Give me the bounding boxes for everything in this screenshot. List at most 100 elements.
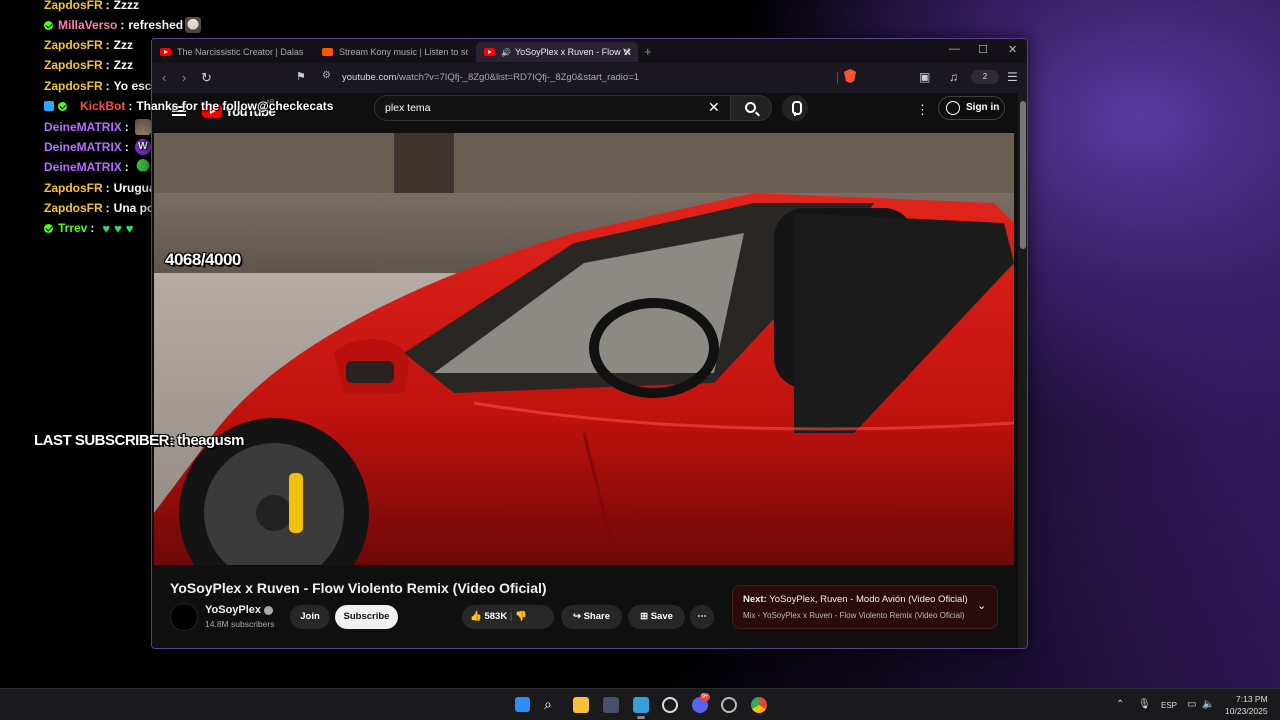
extensions-button[interactable]: 2 — [971, 70, 999, 84]
address-bar: ‹ › ↻ ⚑ ⚙ youtube.com/watch?v=7IQfj-_8Zg… — [152, 63, 1027, 93]
sidebar-icon[interactable]: ▣ — [919, 70, 930, 84]
tab-title: Stream Kony music | Listen to songs — [339, 47, 468, 57]
url-field[interactable]: youtube.com/watch?v=7IQfj-_8Zg0&list=RD7… — [342, 72, 639, 83]
share-button[interactable]: ↪ Share — [561, 605, 622, 629]
chat-message: DeineMATRIX: W — [44, 137, 151, 157]
search-input[interactable]: plex tema — [374, 95, 734, 121]
network-icon[interactable]: ▭ — [1187, 699, 1196, 710]
sign-in-button[interactable]: Sign in — [938, 96, 1005, 120]
video-frame — [154, 133, 1014, 565]
channel-name[interactable]: YoSoyPlex — [205, 604, 274, 616]
subscribe-button[interactable]: Subscribe — [335, 605, 398, 629]
bookmark-icon[interactable]: ⚑ — [296, 70, 306, 83]
sign-in-label: Sign in — [966, 102, 1000, 113]
close-window-icon[interactable]: ✕ — [1008, 43, 1017, 56]
up-next-playlist: Mix - YoSoyPlex x Ruven - Flow Violento … — [743, 611, 965, 620]
show-hidden-icons-icon[interactable]: ⌃ — [1116, 699, 1124, 710]
heart-emote-icon: ♥ — [125, 220, 134, 236]
up-next-card[interactable]: Next: YoSoyPlex, Ruven - Modo Avión (Vid… — [732, 585, 998, 629]
voice-search-icon[interactable] — [782, 95, 808, 121]
url-path: /watch?v=7IQfj-_8Zg0&list=RD7IQfj-_8Zg0&… — [396, 72, 640, 83]
chevron-down-icon[interactable]: ⌄ — [977, 599, 986, 612]
language-indicator[interactable]: ESP — [1161, 701, 1177, 710]
chat-username: DeineMATRIX — [44, 160, 122, 174]
emote-tree-icon — [134, 159, 151, 175]
windows-start-icon[interactable] — [515, 697, 530, 712]
tab-title: The Narcissistic Creator | Dalas and t — [177, 47, 306, 57]
dislike-button[interactable]: 👎 — [515, 611, 527, 622]
share-label: Share — [583, 611, 610, 622]
chat-username: KickBot — [80, 99, 126, 113]
chat-username: ZapdosFR — [44, 0, 103, 12]
video-title: YoSoyPlex x Ruven - Flow Violento Remix … — [170, 580, 547, 596]
menu-icon[interactable]: ☰ — [1007, 70, 1018, 84]
share-icon: ↪ — [572, 611, 584, 622]
media-music-icon[interactable]: ♫ — [949, 70, 958, 84]
divider: | — [836, 70, 840, 84]
clock-time[interactable]: 7:13 PM — [1236, 694, 1268, 704]
emote-picture-icon — [134, 119, 151, 135]
chat-text: Thanks for the follow@checkecats — [136, 99, 334, 113]
heart-emote-icon: ♥ — [102, 220, 111, 236]
browser-tab[interactable]: The Narcissistic Creator | Dalas and t — [152, 42, 314, 62]
account-icon — [946, 101, 960, 115]
browser-tab-active[interactable]: 🔊 YoSoyPlex x Ruven - Flow Viole ✕ — [476, 42, 638, 62]
video-player[interactable] — [154, 133, 1014, 565]
steam-icon[interactable] — [662, 697, 678, 713]
forward-icon[interactable]: › — [182, 70, 186, 85]
up-next-title: Next: YoSoyPlex, Ruven - Modo Avión (Vid… — [743, 594, 968, 605]
back-icon[interactable]: ‹ — [162, 70, 166, 85]
kick-badge-icon — [44, 20, 53, 30]
maximize-icon[interactable]: ☐ — [978, 43, 988, 56]
audio-playing-icon[interactable]: 🔊 — [501, 48, 511, 57]
file-explorer-icon[interactable] — [573, 697, 589, 713]
scrollbar-thumb[interactable] — [1020, 101, 1026, 249]
minimize-icon[interactable]: — — [949, 43, 960, 55]
chat-username: ZapdosFR — [44, 201, 103, 215]
youtube-page: YouTube AR plex tema ✕ ⋮ Sign in YoSoyPl… — [152, 93, 1027, 648]
tab-bar: The Narcissistic Creator | Dalas and t S… — [152, 39, 1027, 63]
soundcloud-icon — [322, 48, 333, 56]
volume-icon[interactable]: 🔈 — [1202, 699, 1214, 710]
app-icon[interactable] — [633, 697, 649, 713]
join-button[interactable]: Join — [290, 605, 330, 629]
chat-username: ZapdosFR — [44, 181, 103, 195]
up-next-label: Next: — [743, 594, 767, 605]
search-button[interactable] — [730, 95, 772, 121]
reload-icon[interactable]: ↻ — [201, 70, 212, 86]
microphone-icon[interactable]: 🎙 — [1138, 699, 1151, 710]
channel-avatar[interactable] — [170, 603, 198, 631]
close-tab-icon[interactable]: ✕ — [623, 46, 632, 59]
chat-username: DeineMATRIX — [44, 120, 122, 134]
browser-tab[interactable]: Stream Kony music | Listen to songs — [314, 42, 476, 62]
chrome-icon[interactable] — [751, 697, 767, 713]
site-settings-icon[interactable]: ⚙ — [322, 70, 331, 81]
new-tab-button[interactable]: + — [644, 44, 652, 59]
like-count: 583K — [484, 611, 508, 622]
save-icon: ⊞ — [640, 611, 651, 622]
app-circle-icon[interactable] — [721, 697, 737, 713]
youtube-icon — [484, 48, 495, 56]
save-button[interactable]: ⊞ Save — [628, 605, 685, 629]
more-options-icon[interactable]: ⋮ — [916, 102, 929, 118]
chat-text: refreshed — [128, 18, 184, 32]
brave-shield-icon[interactable] — [844, 69, 856, 83]
more-actions-button[interactable]: ⋯ — [690, 605, 714, 629]
chat-text: Zzz — [113, 38, 134, 52]
chat-username: ZapdosFR — [44, 79, 103, 93]
search-icon[interactable]: ⌕ — [544, 696, 560, 712]
kick-badge-icon — [44, 223, 53, 233]
subscribe-label: Subscribe — [343, 611, 390, 622]
chat-text: Zzzz — [113, 0, 140, 12]
chat-message: ZapdosFR: Zzz — [44, 38, 134, 52]
clear-search-icon[interactable]: ✕ — [708, 99, 720, 116]
kick-badge-icon — [58, 101, 67, 111]
store-icon[interactable] — [603, 697, 619, 713]
join-label: Join — [300, 611, 320, 622]
page-scrollbar[interactable] — [1018, 93, 1027, 648]
clock-date[interactable]: 10/23/2025 — [1225, 706, 1268, 716]
discord-notification-badge: 9+ — [700, 693, 710, 701]
like-button[interactable]: 👍 583K — [470, 611, 507, 622]
thumbs-up-icon: 👍 — [470, 611, 482, 622]
chat-username: ZapdosFR — [44, 38, 103, 52]
